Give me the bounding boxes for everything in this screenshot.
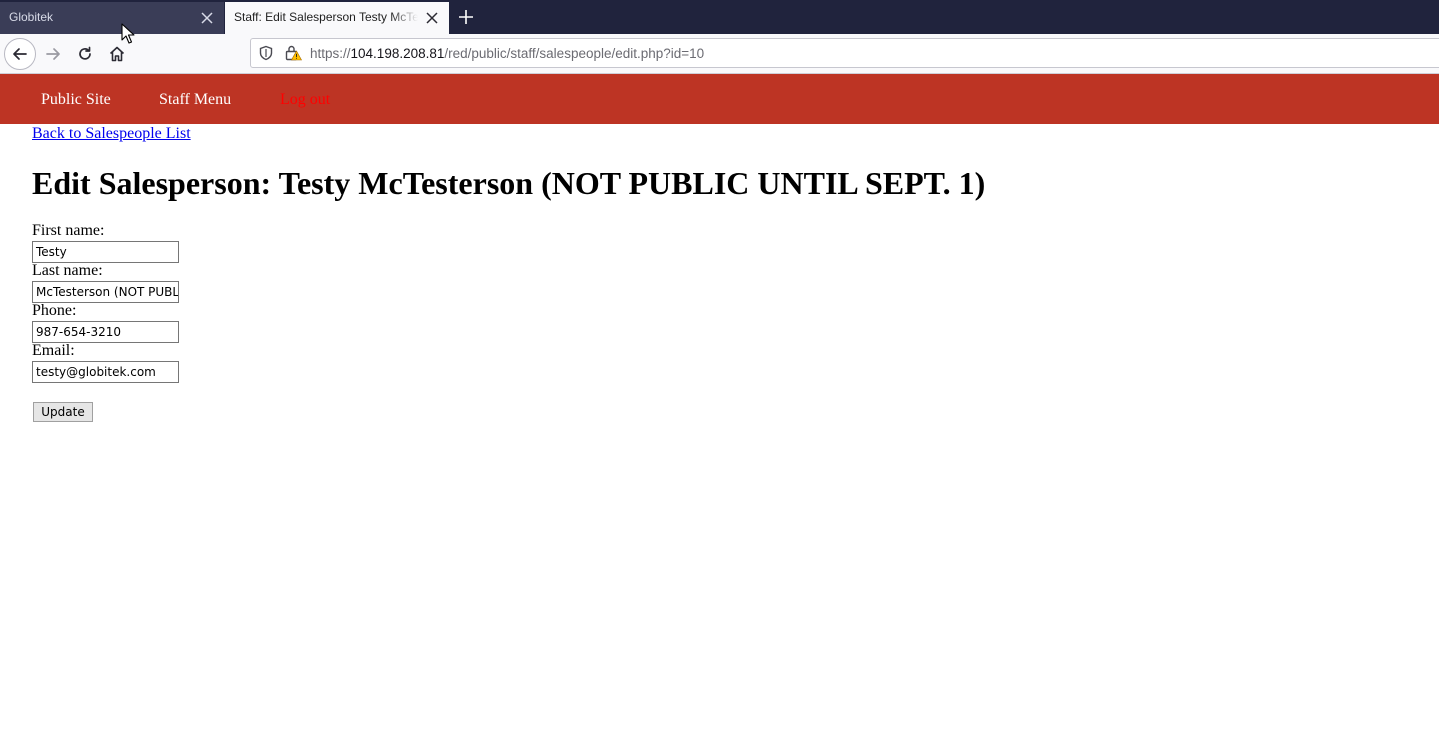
phone-label: Phone:	[32, 302, 77, 319]
browser-toolbar: https://104.198.208.81/red/public/staff/…	[0, 34, 1439, 74]
reload-icon	[79, 46, 91, 60]
email-label: Email:	[32, 342, 75, 359]
reload-button[interactable]	[69, 38, 101, 70]
tab-title: Globitek	[9, 10, 54, 24]
home-icon	[109, 46, 125, 62]
last-name-label: Last name:	[32, 262, 103, 279]
close-icon[interactable]	[425, 11, 439, 25]
url-host: 104.198.208.81	[350, 46, 445, 61]
browser-tab-bar: Globitek Staff: Edit Salesperson Testy M…	[0, 0, 1439, 34]
insecure-lock-icon[interactable]	[284, 44, 302, 62]
public-site-link[interactable]: Public Site	[41, 91, 111, 109]
tab-globitek[interactable]: Globitek	[0, 2, 224, 34]
first-name-label: First name:	[32, 222, 105, 239]
arrow-left-icon	[13, 48, 27, 60]
arrow-right-icon	[46, 48, 60, 60]
site-nav-bar: Public Site Staff Menu Log out	[0, 74, 1439, 124]
close-icon[interactable]	[200, 11, 214, 25]
back-to-salespeople-link[interactable]: Back to Salespeople List	[32, 125, 191, 143]
back-button[interactable]	[4, 38, 36, 70]
shield-icon[interactable]	[258, 45, 274, 61]
forward-button[interactable]	[37, 38, 69, 70]
staff-menu-link[interactable]: Staff Menu	[159, 91, 231, 109]
url-text[interactable]: https://104.198.208.81/red/public/staff/…	[310, 46, 704, 61]
phone-field[interactable]: 987-654-3210	[32, 321, 179, 343]
url-scheme: https://	[310, 46, 351, 61]
url-path: /red/public/staff/salespeople/edit.php?i…	[444, 46, 705, 61]
email-field[interactable]: testy@globitek.com	[32, 361, 179, 383]
page-title: Edit Salesperson: Testy McTesterson (NOT…	[32, 165, 986, 201]
tab-title: Staff: Edit Salesperson Testy McTesterso…	[234, 10, 418, 24]
tab-edit-salesperson[interactable]: Staff: Edit Salesperson Testy McTesterso…	[225, 2, 449, 34]
address-bar[interactable]: https://104.198.208.81/red/public/staff/…	[250, 38, 1439, 68]
log-out-link[interactable]: Log out	[280, 91, 330, 109]
update-button[interactable]: Update	[33, 402, 93, 422]
first-name-field[interactable]: Testy	[32, 241, 179, 263]
last-name-field[interactable]: McTesterson (NOT PUBLIC UNTIL SEPT. 1)	[32, 281, 179, 303]
mouse-cursor-icon	[121, 23, 135, 44]
new-tab-icon[interactable]	[456, 7, 476, 27]
